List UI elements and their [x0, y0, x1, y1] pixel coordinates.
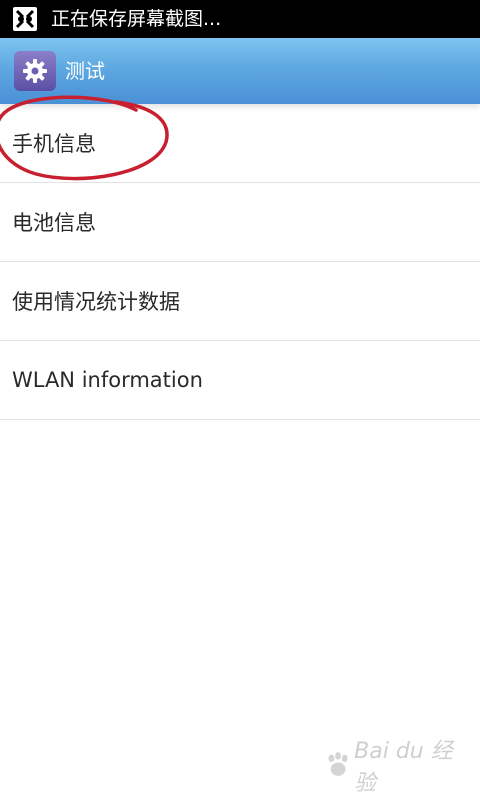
- paw-icon: [328, 752, 348, 776]
- watermark-text: Bai du 经验: [354, 739, 453, 796]
- action-bar: 测试: [0, 38, 480, 104]
- list-item-phone-info[interactable]: 手机信息: [0, 104, 480, 183]
- watermark: Bai du 经验: [324, 739, 454, 796]
- list-item-battery-info[interactable]: 电池信息: [0, 183, 480, 262]
- list-item-label: WLAN information: [12, 368, 203, 392]
- settings-list: 手机信息 电池信息 使用情况统计数据 WLAN information: [0, 104, 480, 420]
- page-title: 测试: [65, 59, 105, 83]
- status-bar: 正在保存屏幕截图...: [0, 0, 480, 38]
- list-item-label: 使用情况统计数据: [12, 290, 180, 314]
- screen: 正在保存屏幕截图... 测试 手机信息 电池信息 使用情况统计数据 WLAN i…: [0, 0, 480, 800]
- list-item-label: 电池信息: [12, 211, 96, 235]
- status-bar-text: 正在保存屏幕截图...: [51, 8, 222, 30]
- gear-icon[interactable]: [14, 51, 56, 91]
- list-item-wlan-info[interactable]: WLAN information: [0, 341, 480, 420]
- screenshot-notification-icon: [12, 6, 38, 32]
- list-item-label: 手机信息: [12, 132, 96, 156]
- list-item-usage-stats[interactable]: 使用情况统计数据: [0, 262, 480, 341]
